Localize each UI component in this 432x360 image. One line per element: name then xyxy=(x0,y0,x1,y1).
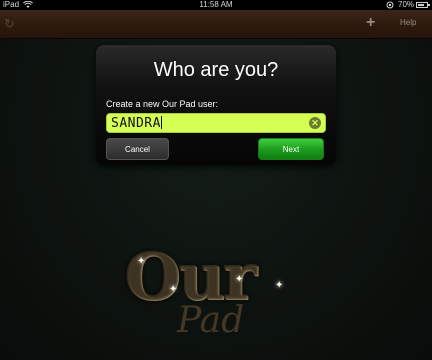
dialog-prompt: Create a new Our Pad user: xyxy=(106,99,219,109)
text-caret xyxy=(160,116,162,129)
battery-fill xyxy=(418,4,424,6)
who-are-you-dialog: Who are you? Create a new Our Pad user: … xyxy=(96,45,336,165)
battery-icon xyxy=(416,2,430,8)
username-value[interactable]: SANDRA xyxy=(111,116,162,131)
sparkle-icon: ✦ xyxy=(169,284,178,295)
status-bar: iPad 11:58 AM 70% xyxy=(0,0,432,10)
plus-icon[interactable]: + xyxy=(366,14,375,32)
logo-word-pad: Pad xyxy=(177,300,245,341)
username-input[interactable]: SANDRA ✕ xyxy=(106,113,326,133)
help-button[interactable]: Help xyxy=(400,18,416,27)
app-screen: iPad 11:58 AM 70% ↻ + Help Our Pad ✦ ✦ ✦… xyxy=(0,0,432,360)
dialog-title: Who are you? xyxy=(153,59,279,81)
status-time: 11:58 AM xyxy=(199,0,233,9)
battery-percent: 70% xyxy=(398,0,415,9)
refresh-icon[interactable]: ↻ xyxy=(4,17,15,30)
sparkle-icon: ✦ xyxy=(275,280,284,291)
toolbar: ↻ + Help xyxy=(0,10,432,39)
our-pad-logo: Our Pad ✦ ✦ ✦ ✦ xyxy=(125,240,305,360)
next-button[interactable]: Next xyxy=(258,138,324,160)
sparkle-icon: ✦ xyxy=(235,274,244,285)
sparkle-icon: ✦ xyxy=(137,256,146,267)
clear-icon[interactable]: ✕ xyxy=(309,117,321,129)
cancel-button[interactable]: Cancel xyxy=(106,138,169,160)
